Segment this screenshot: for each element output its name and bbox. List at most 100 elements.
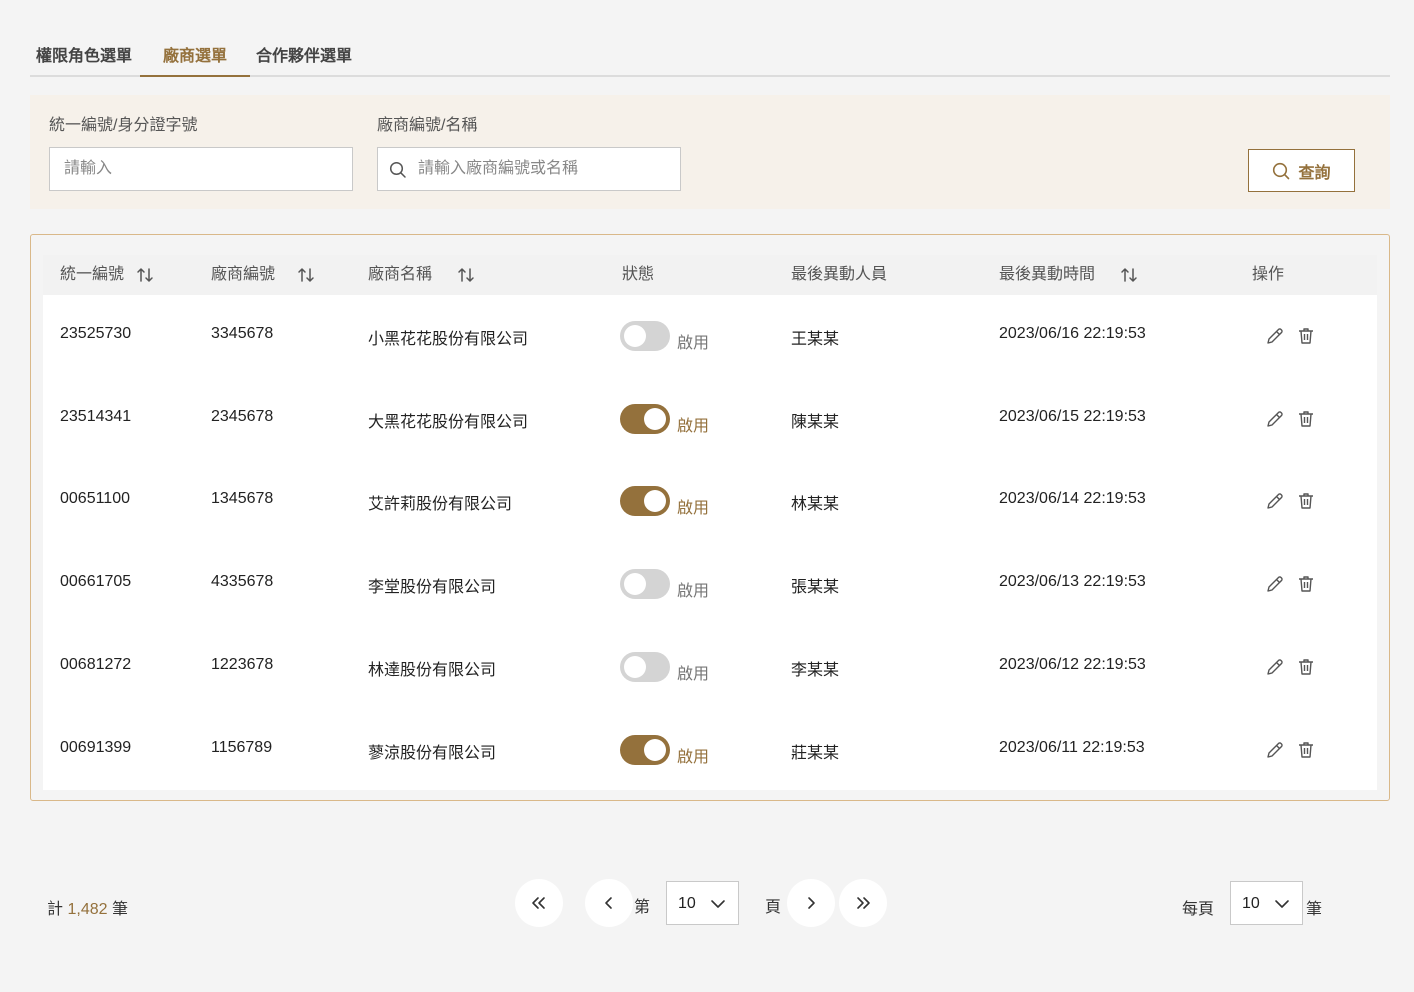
chevron-left-icon bbox=[605, 897, 612, 909]
vendor-table: 統一編號 廠商編號 廠商名稱 狀態 最後異動人員 最後異動時間 操作 23525… bbox=[43, 255, 1377, 790]
total-number: 1,482 bbox=[67, 901, 108, 918]
header-vendor-name: 廠商名稱 bbox=[368, 266, 433, 283]
trash-icon[interactable] bbox=[1296, 491, 1316, 511]
sort-icon[interactable] bbox=[1120, 266, 1138, 284]
cell-tax-id: 23525730 bbox=[60, 325, 132, 342]
table-row: 23514341 2345678 大黑花花股份有限公司 啟用 陳某某 2023/06/15… bbox=[43, 378, 1377, 460]
pencil-icon[interactable] bbox=[1265, 740, 1285, 760]
table-header: 統一編號 廠商編號 廠商名稱 狀態 最後異動人員 最後異動時間 操作 bbox=[43, 255, 1377, 295]
page-prefix: 第 bbox=[634, 899, 651, 916]
cell-vendor-name: 李堂股份有限公司 bbox=[368, 579, 497, 597]
header-actions: 操作 bbox=[1252, 266, 1285, 283]
per-page-select[interactable]: 10 bbox=[1230, 881, 1303, 925]
total-count: 計 1,482 筆 bbox=[47, 895, 128, 919]
page-suffix: 頁 bbox=[765, 899, 782, 916]
cell-vendor-no: 1223678 bbox=[211, 655, 274, 673]
toggle-knob bbox=[624, 573, 646, 596]
cell-modifier: 王某某 bbox=[791, 331, 840, 348]
toggle-knob bbox=[624, 325, 646, 347]
cell-modified-time: 2023/06/14 22:19:53 bbox=[999, 490, 1146, 508]
pencil-icon[interactable] bbox=[1265, 574, 1285, 594]
vendor-search-input[interactable] bbox=[377, 147, 681, 191]
search-icon bbox=[389, 161, 406, 178]
table-row: 00651100 1345678 艾許莉股份有限公司 啟用 林某某 2023/06/14 … bbox=[43, 460, 1377, 542]
header-status: 狀態 bbox=[622, 266, 655, 283]
trash-icon[interactable] bbox=[1296, 657, 1316, 677]
per-page-suffix: 筆 bbox=[1306, 901, 1323, 918]
pencil-icon[interactable] bbox=[1265, 326, 1285, 346]
status-toggle[interactable] bbox=[620, 403, 670, 434]
cell-vendor-no: 2345678 bbox=[211, 407, 274, 425]
status-toggle[interactable] bbox=[620, 569, 670, 600]
table-row: 23525730 3345678 小黑花花股份有限公司 啟用 王某某 2023/06/16… bbox=[43, 295, 1377, 377]
cell-vendor-name: 艾許莉股份有限公司 bbox=[368, 496, 513, 514]
query-button[interactable]: 查詢 bbox=[1248, 149, 1355, 192]
toggle-knob bbox=[644, 490, 666, 513]
cell-modifier: 莊某某 bbox=[791, 744, 840, 762]
query-label: 查詢 bbox=[1298, 164, 1331, 182]
chevron-right-icon bbox=[808, 897, 815, 909]
double-chevron-right-icon bbox=[857, 897, 870, 909]
sort-icon[interactable] bbox=[297, 266, 315, 284]
trash-icon[interactable] bbox=[1296, 574, 1316, 594]
pencil-icon[interactable] bbox=[1265, 409, 1285, 429]
vendor-label: 廠商編號/名稱 bbox=[377, 117, 478, 134]
cell-modified-time: 2023/06/13 22:19:53 bbox=[999, 573, 1146, 591]
cell-tax-id: 23514341 bbox=[60, 407, 132, 425]
page-select[interactable]: 10 bbox=[666, 881, 739, 925]
table-row: 00661705 4335678 李堂股份有限公司 啟用 張某某 2023/06/13 2… bbox=[43, 543, 1377, 625]
double-chevron-left-icon bbox=[532, 897, 545, 909]
status-toggle[interactable] bbox=[620, 321, 670, 351]
trash-icon[interactable] bbox=[1296, 326, 1316, 346]
tab-role-menu[interactable]: 權限角色選單 bbox=[30, 44, 138, 77]
cell-vendor-name: 蓼涼股份有限公司 bbox=[368, 744, 497, 762]
status-toggle[interactable] bbox=[620, 486, 670, 517]
status-label: 啟用 bbox=[677, 417, 710, 435]
table-row: 00681272 1223678 林達股份有限公司 啟用 李某某 2023/06/12 2… bbox=[43, 626, 1377, 708]
header-last-modifier: 最後異動人員 bbox=[791, 266, 888, 283]
table-row: 00691399 1156789 蓼涼股份有限公司 啟用 莊某某 2023/06/11 2… bbox=[43, 709, 1377, 791]
page-select-value: 10 bbox=[678, 895, 696, 912]
chevron-down-icon bbox=[1275, 900, 1289, 908]
total-prefix: 計 bbox=[47, 901, 64, 918]
cell-tax-id: 00651100 bbox=[60, 490, 130, 508]
last-page-button[interactable] bbox=[839, 879, 887, 927]
filter-panel: 統一編號/身分證字號 廠商編號/名稱 查詢 bbox=[30, 95, 1390, 209]
header-tax-id: 統一編號 bbox=[60, 266, 125, 283]
status-toggle[interactable] bbox=[620, 651, 670, 682]
chevron-down-icon bbox=[711, 900, 725, 908]
cell-vendor-name: 大黑花花股份有限公司 bbox=[368, 413, 529, 431]
sort-icon[interactable] bbox=[457, 266, 475, 284]
cell-vendor-no: 3345678 bbox=[211, 325, 274, 342]
toggle-knob bbox=[644, 407, 666, 430]
next-page-button[interactable] bbox=[787, 879, 835, 927]
vendor-table-card: 統一編號 廠商編號 廠商名稱 狀態 最後異動人員 最後異動時間 操作 23525… bbox=[30, 234, 1390, 801]
cell-vendor-name: 林達股份有限公司 bbox=[368, 661, 497, 679]
status-label: 啟用 bbox=[677, 335, 710, 352]
cell-vendor-name: 小黑花花股份有限公司 bbox=[368, 331, 529, 348]
cell-tax-id: 00691399 bbox=[60, 738, 132, 756]
cell-vendor-no: 1156789 bbox=[211, 738, 273, 756]
cell-tax-id: 00681272 bbox=[60, 655, 132, 673]
tab-vendor-menu[interactable]: 廠商選單 bbox=[140, 44, 250, 77]
tab-bar: 權限角色選單 廠商選單 合作夥伴選單 bbox=[30, 44, 1390, 77]
status-label: 啟用 bbox=[677, 665, 710, 683]
trash-icon[interactable] bbox=[1296, 409, 1316, 429]
sort-icon[interactable] bbox=[136, 266, 154, 284]
tax-id-input[interactable] bbox=[49, 147, 353, 191]
pencil-icon[interactable] bbox=[1265, 657, 1285, 677]
cell-tax-id: 00661705 bbox=[60, 573, 132, 591]
cell-vendor-no: 1345678 bbox=[211, 490, 274, 508]
header-last-modified: 最後異動時間 bbox=[999, 266, 1096, 283]
prev-page-button[interactable] bbox=[585, 879, 633, 927]
cell-modifier: 張某某 bbox=[791, 579, 840, 597]
status-label: 啟用 bbox=[677, 583, 710, 601]
total-suffix: 筆 bbox=[111, 901, 128, 918]
tab-partner-menu[interactable]: 合作夥伴選單 bbox=[252, 44, 356, 77]
first-page-button[interactable] bbox=[515, 879, 563, 927]
search-icon bbox=[1273, 162, 1290, 179]
trash-icon[interactable] bbox=[1296, 740, 1316, 760]
status-toggle[interactable] bbox=[620, 734, 670, 765]
pencil-icon[interactable] bbox=[1265, 491, 1285, 511]
cell-vendor-no: 4335678 bbox=[211, 573, 274, 591]
